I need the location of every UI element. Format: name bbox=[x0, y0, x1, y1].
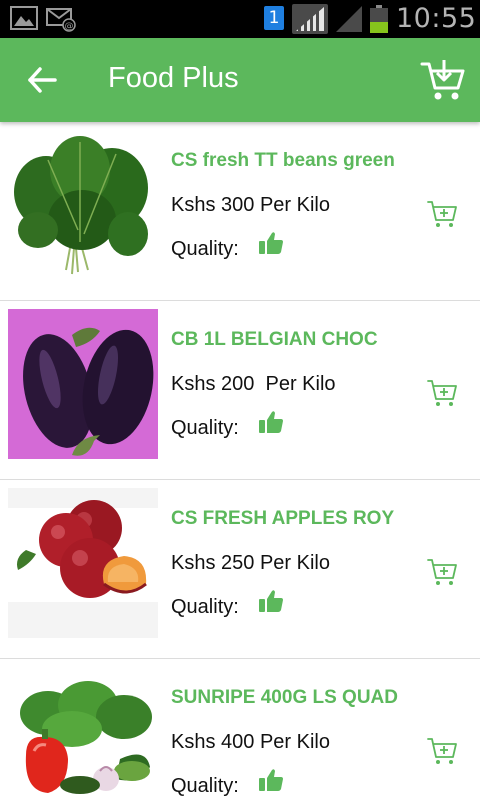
arrow-left-icon[interactable] bbox=[26, 64, 58, 96]
gallery-icon bbox=[10, 6, 38, 30]
product-price: Kshs 400 Per Kilo bbox=[171, 731, 330, 753]
vegetables-image bbox=[8, 667, 158, 800]
quality-label: Quality: bbox=[171, 417, 239, 439]
status-bar: @ 1 10:55 bbox=[0, 0, 480, 38]
add-to-cart-icon[interactable] bbox=[426, 556, 458, 588]
thumbs-up-icon bbox=[259, 411, 283, 433]
product-name[interactable]: CB 1L BELGIAN CHOC bbox=[171, 329, 378, 351]
svg-text:@: @ bbox=[65, 22, 74, 32]
product-name[interactable]: CS fresh TT beans green bbox=[171, 150, 395, 172]
status-time: 10:55 bbox=[396, 3, 477, 34]
battery-icon bbox=[370, 5, 388, 33]
quality-label: Quality: bbox=[171, 775, 239, 797]
mail-icon: @ bbox=[46, 8, 76, 32]
thumbs-up-icon bbox=[259, 590, 283, 612]
product-list: CS fresh TT beans green Kshs 300 Per Kil… bbox=[0, 122, 480, 800]
product-name[interactable]: SUNRIPE 400G LS QUAD bbox=[171, 687, 398, 709]
add-to-cart-icon[interactable] bbox=[426, 198, 458, 230]
product-row[interactable]: CS fresh TT beans green Kshs 300 Per Kil… bbox=[0, 122, 480, 301]
quality-label: Quality: bbox=[171, 238, 239, 260]
quality-label: Quality: bbox=[171, 596, 239, 618]
add-to-cart-icon[interactable] bbox=[426, 735, 458, 767]
spinach-image bbox=[8, 130, 158, 280]
page-title: Food Plus bbox=[108, 62, 239, 94]
sim-icon: 1 bbox=[264, 6, 284, 30]
plums-image bbox=[8, 488, 158, 638]
thumbs-up-icon bbox=[259, 769, 283, 791]
cart-icon[interactable] bbox=[420, 58, 466, 104]
signal-icon bbox=[292, 4, 328, 34]
signal-icon bbox=[336, 6, 362, 32]
product-row[interactable]: SUNRIPE 400G LS QUAD Kshs 400 Per Kilo Q… bbox=[0, 659, 480, 800]
battery-level bbox=[370, 21, 388, 33]
product-row[interactable]: CS FRESH APPLES ROY Kshs 250 Per Kilo Qu… bbox=[0, 480, 480, 659]
eggplant-image bbox=[8, 309, 158, 459]
product-price: Kshs 200 Per Kilo bbox=[171, 373, 336, 395]
product-name[interactable]: CS FRESH APPLES ROY bbox=[171, 508, 394, 530]
app-bar: Food Plus bbox=[0, 38, 480, 122]
product-price: Kshs 250 Per Kilo bbox=[171, 552, 330, 574]
product-price: Kshs 300 Per Kilo bbox=[171, 194, 330, 216]
add-to-cart-icon[interactable] bbox=[426, 377, 458, 409]
product-row[interactable]: CB 1L BELGIAN CHOC Kshs 200 Per Kilo Qua… bbox=[0, 301, 480, 480]
thumbs-up-icon bbox=[259, 232, 283, 254]
